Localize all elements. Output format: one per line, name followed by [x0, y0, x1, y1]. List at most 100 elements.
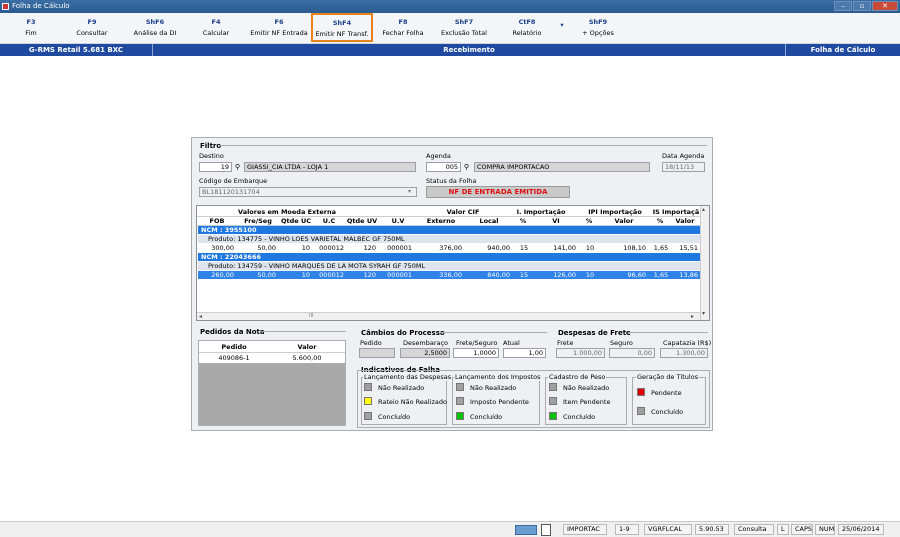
valor-column-header: Valor	[297, 343, 317, 351]
toolbar-button-exclusao-total[interactable]: ShF7 Exclusão Total	[437, 15, 491, 42]
cambio-atual-field[interactable]: 1,00	[503, 348, 546, 358]
horizontal-scrollbar[interactable]: ◂ III ▸	[197, 312, 700, 320]
ncm-group-row[interactable]: NCM : 3955100	[198, 226, 700, 234]
status-swatch	[364, 412, 372, 420]
toolbar-button-emitir-nf-transf[interactable]: ShF4 Emitir NF Transf.	[311, 13, 373, 42]
status-swatch	[456, 383, 464, 391]
cell-ii-vi: 141,00	[553, 244, 576, 252]
toolbar-button-emitir-nf-entrada[interactable]: F6 Emitir NF Entrada	[247, 15, 311, 42]
scroll-down-icon[interactable]: ▾	[702, 310, 705, 317]
cell-ipi-valor: 108,10	[623, 244, 646, 252]
pedidos-table[interactable]: Pedido Valor 409086-1 5.600,00	[198, 340, 346, 426]
product-row[interactable]: Produto: 134775 - VINHO LOES VARIETAL MA…	[198, 235, 700, 243]
geracao-titulos-title: Geração de Títulos	[636, 373, 700, 381]
chevron-down-icon[interactable]: ▾	[408, 188, 411, 195]
status-num: NUM	[815, 524, 835, 535]
status-swatch	[456, 412, 464, 420]
codigo-embarque-select[interactable]: BL181120131704	[199, 187, 417, 197]
scroll-up-icon[interactable]: ▴	[702, 206, 705, 213]
scroll-left-icon[interactable]: ◂	[199, 313, 202, 320]
toolbar-button-mais-opcoes[interactable]: ShF9 + Opções	[580, 15, 616, 42]
grid-column-header[interactable]: VI	[533, 217, 579, 225]
table-row-selected[interactable]: 260,00 50,00 10 000012 120 000001 336,00…	[198, 271, 700, 279]
codigo-embarque-label: Código de Embarque	[199, 177, 268, 185]
toolbar-button-analise-di[interactable]: ShF6 Análise da DI	[128, 15, 182, 42]
despesa-seguro-field: 0,00	[609, 348, 655, 358]
cell-local: 940,00	[487, 244, 510, 252]
grid-column-header[interactable]: Fre/Seg	[237, 217, 279, 225]
indicator-label: Imposto Pendente	[470, 398, 529, 406]
status-swatch	[637, 388, 645, 396]
grid-column-header[interactable]: Externo	[417, 217, 465, 225]
cambio-desembaraco-label: Desembaraço	[403, 339, 449, 347]
despesas-title: Despesas de Frete	[558, 329, 631, 337]
toolbar-more-dropdown[interactable]: ▾	[556, 15, 568, 42]
indicator-label: Concluído	[563, 413, 596, 421]
items-grid[interactable]: Valores em Moeda Externa Valor CIF I. Im…	[196, 205, 710, 321]
vertical-scrollbar[interactable]: ▴ ▾	[700, 206, 709, 320]
cambios-title: Câmbios do Processo	[361, 329, 445, 337]
status-folha-badge: NF DE ENTRADA EMITIDA	[426, 186, 570, 198]
cell-is-pct: 1,65	[653, 244, 669, 252]
grid-column-header[interactable]: %	[579, 217, 599, 225]
window-controls: – ▫ ✕	[834, 1, 898, 11]
close-button[interactable]: ✕	[872, 1, 898, 11]
scroll-thumb[interactable]: III	[309, 313, 313, 319]
grid-column-header[interactable]: U.C	[313, 217, 345, 225]
grid-column-header[interactable]: U.V	[379, 217, 417, 225]
cambio-frete-field[interactable]: 1,0000	[453, 348, 499, 358]
binoculars-search-icon[interactable]: ⚲	[462, 163, 471, 171]
toolbar-button-calcular[interactable]: F4 Calcular	[198, 15, 234, 42]
grid-group-header: Valores em Moeda Externa	[238, 208, 336, 216]
status-swatch	[456, 397, 464, 405]
cell-fre-seg: 50,00	[257, 244, 276, 252]
cell-is-valor: 13,86	[679, 271, 698, 279]
status-mode: Consulta	[734, 524, 774, 535]
status-bar: IMPORTAC 1-9 VGRFLCAL 5.90.53 Consulta L…	[0, 521, 900, 537]
toolbar-button-consultar[interactable]: F9 Consultar	[72, 15, 112, 42]
pedido-column-header: Pedido	[221, 343, 247, 351]
table-row[interactable]: 300,00 50,00 10 000012 120 000001 376,00…	[198, 244, 700, 252]
filtro-title: Filtro	[200, 142, 222, 150]
cell-ii-pct: 15	[519, 271, 529, 279]
minimize-button[interactable]: –	[834, 1, 852, 11]
status-swatch	[637, 407, 645, 415]
despesa-frete-field: 1.000,00	[556, 348, 605, 358]
toolbar-button-fim[interactable]: F3 Fim	[17, 15, 45, 42]
status-folha-label: Status da Folha	[426, 177, 477, 185]
toolbar-button-fechar-folha[interactable]: F8 Fechar Folha	[379, 15, 427, 42]
destino-code-field[interactable]: 19	[199, 162, 232, 172]
cadastro-peso-title: Cadastro de Peso	[548, 373, 607, 381]
status-range: 1-9	[615, 524, 639, 535]
lancamento-impostos-title: Lançamento dos Impostos	[454, 373, 542, 381]
binoculars-search-icon[interactable]: ⚲	[233, 163, 242, 171]
cell-uc: 000012	[319, 244, 344, 252]
grid-column-header[interactable]: %	[513, 217, 533, 225]
agenda-code-field[interactable]: 005	[426, 162, 461, 172]
data-agenda-field: 18/11/13	[662, 162, 705, 172]
grid-column-header[interactable]: Local	[465, 217, 513, 225]
indicator-label: Não Realizado	[470, 384, 517, 392]
module-header-bar: G-RMS Retail 5.681 BXC Recebimento Folha…	[0, 44, 900, 56]
cambio-pedido-field	[359, 348, 395, 358]
grid-column-header[interactable]: Valor	[671, 217, 699, 225]
lancamento-despesas-title: Lançamento das Despesas	[363, 373, 453, 381]
grid-column-header[interactable]: Qtde UV	[345, 217, 379, 225]
destino-label: Destino	[199, 152, 224, 160]
scroll-right-icon[interactable]: ▸	[691, 313, 694, 320]
ncm-group-row[interactable]: NCM : 22043666	[198, 253, 700, 261]
status-date: 25/06/2014	[838, 524, 884, 535]
toolbar-button-relatorio[interactable]: CtF8 Relatório	[508, 15, 546, 42]
product-row[interactable]: Produto: 134759 - VINHO MARQUES DE LA MO…	[198, 262, 700, 270]
cell-fob: 260,00	[211, 271, 234, 279]
grid-column-header[interactable]: Qtde UC	[279, 217, 313, 225]
maximize-button[interactable]: ▫	[853, 1, 871, 11]
status-caps: CAPS	[791, 524, 813, 535]
grid-column-header[interactable]: Valor	[599, 217, 649, 225]
screen-name: Folha de Cálculo	[810, 46, 876, 54]
status-swatch	[549, 397, 557, 405]
window-title-bar: Folha de Cálculo – ▫ ✕	[0, 0, 900, 13]
system-version: G-RMS Retail 5.681 BXC	[28, 46, 124, 54]
grid-column-header[interactable]: %	[649, 217, 671, 225]
grid-column-header[interactable]: FOB	[197, 217, 237, 225]
